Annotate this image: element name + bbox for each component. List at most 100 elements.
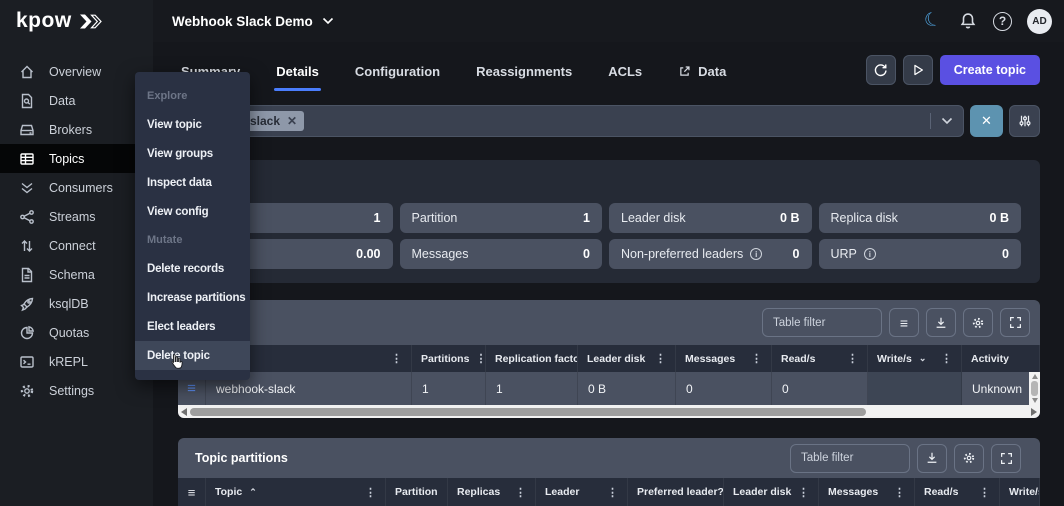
col-header-preferred-leader[interactable]: Preferred leader?⋮ [628, 478, 724, 506]
table-row[interactable]: ≡ webhook-slack 1 1 0 B 0 0 Unknown [178, 372, 1040, 405]
col-header-leader-disk[interactable]: Leader disk⋮ [578, 345, 676, 372]
tab-details[interactable]: Details [276, 55, 319, 79]
col-header-activity[interactable]: Activity [962, 345, 1040, 372]
column-kebab-icon[interactable]: ⋮ [509, 486, 526, 499]
gear-icon-button[interactable] [963, 308, 993, 337]
topic-context-menu: Explore View topic View groups Inspect d… [135, 72, 250, 380]
external-link-icon [678, 65, 691, 78]
scroll-left-icon[interactable] [181, 408, 187, 416]
col-header-read-s[interactable]: Read/s⋮ [772, 345, 868, 372]
expand-button[interactable] [1000, 308, 1030, 337]
column-kebab-icon[interactable]: ⋮ [649, 352, 666, 365]
chevrons-down-icon [18, 179, 35, 196]
column-kebab-icon[interactable]: ⋮ [469, 352, 486, 365]
column-kebab-icon[interactable]: ⋮ [935, 352, 952, 365]
sidebar-item-ksqldb[interactable]: ksqlDB [0, 289, 153, 318]
column-kebab-icon[interactable]: ⋮ [745, 352, 762, 365]
col-header-write-s[interactable]: Write/s [1000, 478, 1040, 506]
menu-item-inspect-data[interactable]: Inspect data [135, 168, 250, 197]
scroll-up-icon[interactable] [1032, 374, 1038, 379]
pie-chart-icon [18, 324, 35, 341]
sidebar-item-data[interactable]: Data [0, 86, 153, 115]
kpow-logo-text: kpow [16, 9, 72, 33]
sidebar-item-overview[interactable]: Overview [0, 57, 153, 86]
column-kebab-icon[interactable]: ⋮ [601, 486, 618, 499]
tab-data[interactable]: Data [678, 55, 726, 79]
col-header-replicas[interactable]: Replicas⋮ [448, 478, 536, 506]
download-button[interactable] [926, 308, 956, 337]
col-header-leader-disk[interactable]: Leader disk⋮ [724, 478, 819, 506]
scrollbar-thumb[interactable] [1031, 381, 1038, 396]
user-avatar[interactable]: AD [1027, 9, 1052, 34]
col-header-partitions[interactable]: Partitions⋮ [412, 345, 486, 372]
play-button[interactable] [903, 55, 933, 85]
terminal-icon [18, 353, 35, 370]
column-kebab-icon[interactable]: ⋮ [841, 352, 858, 365]
expand-button[interactable] [991, 444, 1021, 473]
kpow-logo[interactable]: kpow [0, 0, 153, 42]
scroll-down-icon[interactable] [1032, 398, 1038, 403]
help-icon[interactable]: ? [993, 12, 1012, 31]
info-icon[interactable]: i [750, 248, 762, 260]
topic-partitions-panel: Topic partitions ≡ Topic⌃⋮ Partition [178, 438, 1040, 506]
environment-selector[interactable]: Webhook Slack Demo [172, 14, 334, 29]
chevron-down-icon[interactable] [941, 117, 953, 125]
menu-item-increase-partitions[interactable]: Increase partitions [135, 283, 250, 312]
menu-item-view-config[interactable]: View config [135, 197, 250, 226]
column-kebab-icon[interactable]: ⋮ [438, 486, 448, 499]
create-topic-button[interactable]: Create topic [940, 55, 1040, 85]
column-kebab-icon[interactable]: ⋮ [385, 352, 402, 365]
partitions-toolbar: Topic partitions [178, 438, 1040, 478]
sidebar-nav: Overview Data Brokers Topics Consumers S… [0, 42, 153, 405]
menu-item-elect-leaders[interactable]: Elect leaders [135, 312, 250, 341]
clear-filter-button[interactable]: ✕ [970, 105, 1003, 137]
info-icon[interactable]: i [864, 248, 876, 260]
tab-configuration[interactable]: Configuration [355, 55, 440, 79]
sort-desc-icon: ⌄ [919, 353, 927, 364]
sidebar-item-schema[interactable]: Schema [0, 260, 153, 289]
col-header-partition[interactable]: Partition⋮ [386, 478, 448, 506]
sidebar-item-consumers[interactable]: Consumers [0, 173, 153, 202]
vertical-scrollbar[interactable] [1029, 372, 1040, 405]
topbar: Webhook Slack Demo ☾ ? AD [153, 0, 1064, 42]
sidebar-item-topics[interactable]: Topics [0, 144, 153, 173]
tab-reassignments[interactable]: Reassignments [476, 55, 572, 79]
download-button[interactable] [917, 444, 947, 473]
table-filter-input[interactable] [790, 444, 910, 473]
col-header-messages[interactable]: Messages⋮ [819, 478, 915, 506]
main-area: Webhook Slack Demo ☾ ? AD Summary Detail… [153, 0, 1064, 506]
sidebar-item-connect[interactable]: Connect [0, 231, 153, 260]
list-menu-button[interactable]: ≡ [889, 308, 919, 337]
gear-icon-button[interactable] [954, 444, 984, 473]
column-kebab-icon[interactable]: ⋮ [973, 486, 990, 499]
column-kebab-icon[interactable]: ⋮ [888, 486, 905, 499]
dark-mode-toggle-moon-icon[interactable]: ☾ [920, 8, 945, 33]
menu-item-delete-records[interactable]: Delete records [135, 254, 250, 283]
tab-acls[interactable]: ACLs [608, 55, 642, 79]
topic-filter-combobox[interactable]: webhook-slack ✕ [178, 105, 964, 137]
col-header-topic[interactable]: Topic⌃⋮ [206, 478, 386, 506]
filter-settings-button[interactable] [1009, 105, 1040, 137]
col-header-leader[interactable]: Leader⋮ [536, 478, 628, 506]
table-filter-input[interactable] [762, 308, 882, 337]
sidebar-item-brokers[interactable]: Brokers [0, 115, 153, 144]
chip-remove-icon[interactable]: ✕ [287, 114, 297, 128]
col-header-read-s[interactable]: Read/s⋮ [915, 478, 1000, 506]
sidebar-item-krepl[interactable]: kREPL [0, 347, 153, 376]
col-header-replication-factor[interactable]: Replication factor⋮ [486, 345, 578, 372]
column-kebab-icon[interactable]: ⋮ [359, 486, 376, 499]
column-kebab-icon[interactable]: ⋮ [792, 486, 809, 499]
col-header-write-s[interactable]: Write/s⌄⋮ [868, 345, 962, 372]
notifications-bell-icon[interactable] [958, 11, 978, 31]
menu-item-delete-topic[interactable]: Delete topic [135, 341, 250, 370]
menu-item-view-groups[interactable]: View groups [135, 139, 250, 168]
refresh-button[interactable] [866, 55, 896, 85]
menu-item-view-topic[interactable]: View topic [135, 110, 250, 139]
horizontal-scrollbar[interactable] [178, 405, 1040, 418]
sidebar-item-settings[interactable]: Settings [0, 376, 153, 405]
scrollbar-thumb[interactable] [190, 408, 866, 416]
scroll-right-icon[interactable] [1031, 408, 1037, 416]
col-header-messages[interactable]: Messages⋮ [676, 345, 772, 372]
sidebar-item-quotas[interactable]: Quotas [0, 318, 153, 347]
sidebar-item-streams[interactable]: Streams [0, 202, 153, 231]
